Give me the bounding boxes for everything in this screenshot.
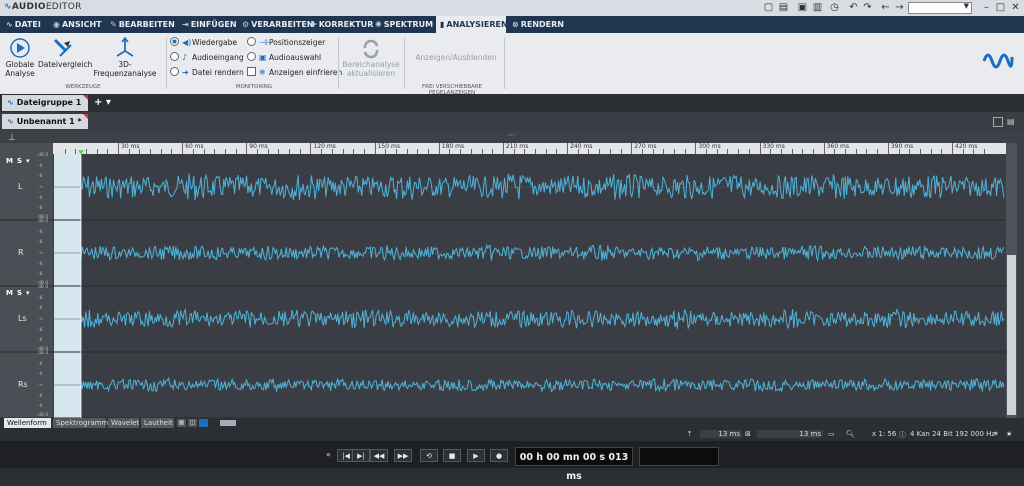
mute-button[interactable]: M xyxy=(6,157,13,165)
db-scale-label: -6 xyxy=(38,394,43,399)
db-scale-label: -∞ xyxy=(38,383,44,388)
play-button[interactable]: ▶ xyxy=(467,449,485,462)
channel-label-rs: Rs xyxy=(18,380,28,389)
star-icon[interactable]: ★ xyxy=(1006,430,1012,438)
db-scale-label: -6 xyxy=(38,164,43,169)
channel-label-ls: Ls xyxy=(18,314,27,323)
view-tab-wavelet[interactable]: Wavelet xyxy=(108,418,139,428)
scroll-thumb[interactable] xyxy=(1007,255,1016,415)
grid-icon[interactable]: ▦ xyxy=(177,419,186,427)
audio-format[interactable]: 4 Kan 24 Bit 192 000 Hz xyxy=(910,430,995,438)
fast-forward-button[interactable]: ▶▶ xyxy=(394,449,412,462)
db-scale-label: dB 0 xyxy=(38,285,49,290)
view-tab-lautheit[interactable]: Lautheit xyxy=(141,418,174,428)
db-scale-label: -6 xyxy=(38,272,43,277)
channel-label-r: R xyxy=(18,248,24,257)
view-tab-wellenform[interactable]: Wellenform xyxy=(4,418,51,428)
chevron-down-icon[interactable]: ▾ xyxy=(26,157,30,165)
chevron-down-icon[interactable]: ▾ xyxy=(26,289,30,297)
transport-bar xyxy=(0,441,1024,468)
mute-solo-controls[interactable]: M S ▾ xyxy=(6,289,30,297)
channel-label-l: L xyxy=(18,182,23,191)
info-icon[interactable]: ⓘ xyxy=(899,430,906,440)
previous-marker-button[interactable]: ▶| xyxy=(352,449,370,462)
db-scale-label: -6 xyxy=(38,196,43,201)
active-view-icon[interactable] xyxy=(199,419,208,427)
horizontal-scroll-thumb[interactable] xyxy=(220,420,236,426)
db-scale-label: -6 xyxy=(38,262,43,267)
view-tab-spektrogramm[interactable]: Spektrogramm xyxy=(53,418,108,428)
secondary-display xyxy=(639,447,719,466)
rewind-button[interactable]: ◀◀ xyxy=(370,449,388,462)
record-button[interactable]: ● xyxy=(490,449,508,462)
layers-icon[interactable]: ◫ xyxy=(188,419,197,427)
db-scale-label: -6 xyxy=(38,240,43,245)
solo-button[interactable]: S xyxy=(17,157,22,165)
db-scale-label: -6 xyxy=(38,362,43,367)
db-scale-label: dB 0 xyxy=(38,219,49,224)
playhead-marker[interactable] xyxy=(78,150,84,155)
db-scale-label: dB 0 xyxy=(38,153,49,158)
db-scale-label: -6 xyxy=(38,230,43,235)
settings-icon[interactable]: ✶ xyxy=(993,430,999,438)
db-scale-label: -∞ xyxy=(38,185,44,190)
waveform-layer xyxy=(0,150,1006,419)
stop-button[interactable]: ■ xyxy=(443,449,461,462)
cursor-icon: ⤒ xyxy=(688,430,692,438)
cursor-position[interactable]: 13 ms xyxy=(700,430,742,438)
zoom-icon[interactable]: 🔍︎ xyxy=(846,430,855,438)
db-scale-label: -6 xyxy=(38,296,43,301)
db-scale-label: -6 xyxy=(38,328,43,333)
mute-button[interactable]: M xyxy=(6,289,13,297)
loop-button[interactable]: ⟲ xyxy=(420,449,438,462)
db-scale-label: -6 xyxy=(38,372,43,377)
db-scale-label: -6 xyxy=(38,338,43,343)
selection-length-icon: ⊠ xyxy=(745,430,751,438)
db-scale-label: -6 xyxy=(38,206,43,211)
mute-solo-controls[interactable]: M S ▾ xyxy=(6,157,30,165)
comment-icon[interactable]: ▭ xyxy=(828,430,835,438)
db-scale-label: -∞ xyxy=(38,317,44,322)
zoom-level[interactable]: x 1: 56 xyxy=(872,430,896,438)
db-scale-label: -6 xyxy=(38,306,43,311)
selection-length[interactable]: 13 ms xyxy=(757,430,823,438)
db-scale-label: -∞ xyxy=(38,251,44,256)
db-scale-label: -6 xyxy=(38,404,43,409)
status-bar xyxy=(0,428,1024,441)
solo-button[interactable]: S xyxy=(17,289,22,297)
collapse-transport-icon[interactable]: « xyxy=(326,450,331,459)
db-scale-label: dB 0 xyxy=(38,351,49,356)
timecode-display[interactable]: 00 h 00 mn 00 s 013 ms xyxy=(515,447,633,482)
db-scale-label: -6 xyxy=(38,174,43,179)
